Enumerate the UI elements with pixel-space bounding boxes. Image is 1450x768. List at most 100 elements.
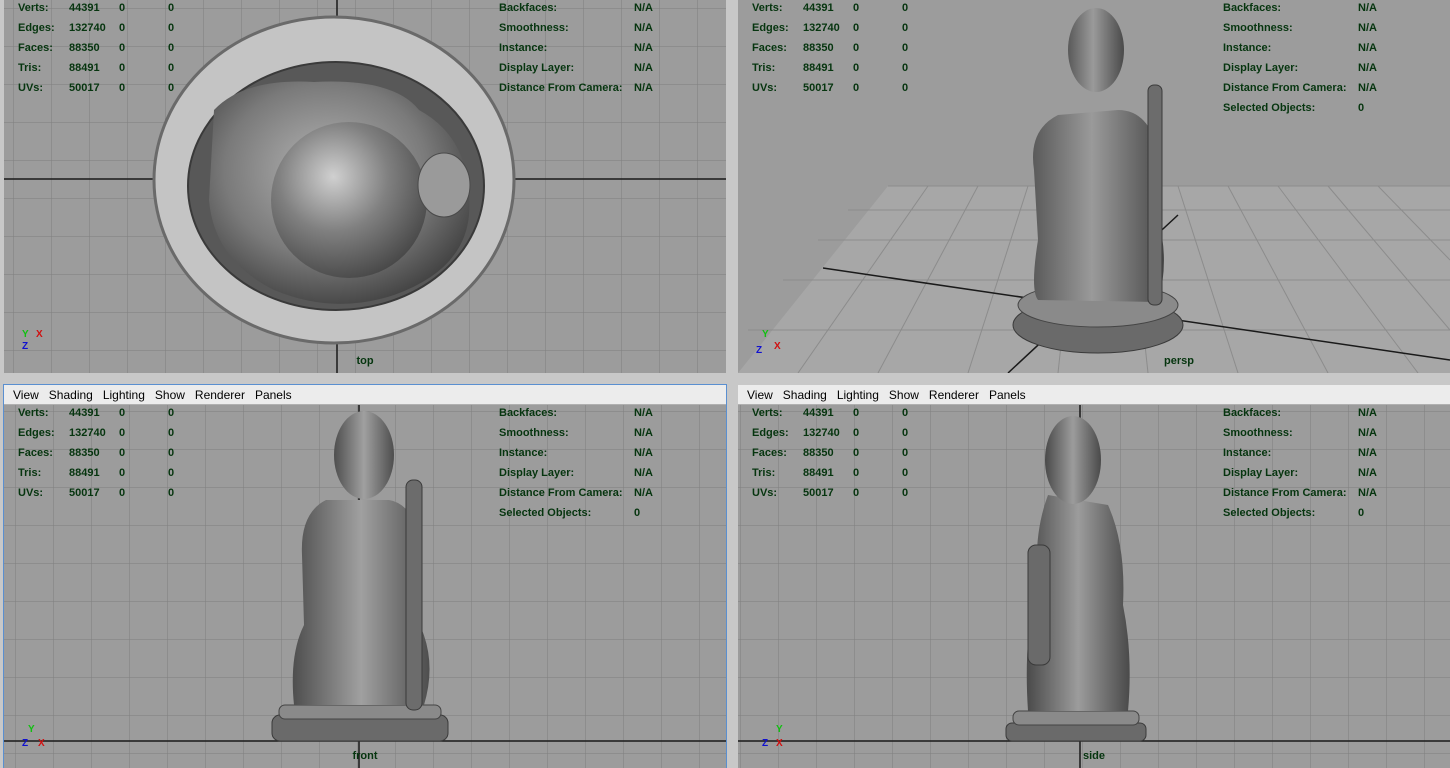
- menu-shading[interactable]: Shading: [44, 385, 98, 405]
- hud-info-label: Selected Objects:: [499, 507, 592, 519]
- hud-stat-value: 0: [853, 407, 860, 419]
- hud-stat-value: 0: [119, 2, 126, 14]
- persp-scene: [738, 0, 1450, 373]
- model-side-base: [1005, 722, 1147, 742]
- viewport-panel-top[interactable]: Verts: 44391 0 0 Edges: 132740 0 0 Faces: 88350 0 0…: [4, 0, 726, 373]
- viewport-panel-side[interactable]: View Shading Lighting Show Renderer Pane…: [738, 385, 1450, 768]
- hud-stat-label: UVs:: [752, 82, 778, 94]
- menu-lighting[interactable]: Lighting: [98, 385, 150, 405]
- hud-stat-value: 88350: [803, 42, 834, 54]
- hud-stat-label: Tris:: [18, 62, 42, 74]
- menu-lighting[interactable]: Lighting: [832, 385, 884, 405]
- hud-stat-value: 0: [902, 2, 909, 14]
- hud-info-label: Distance From Camera:: [1223, 82, 1347, 94]
- axis-x-label: X: [776, 738, 783, 749]
- hud-stat-value: 50017: [803, 82, 834, 94]
- hud-stat-value: 0: [902, 427, 909, 439]
- hud-stat-value: 0: [119, 407, 126, 419]
- menu-show[interactable]: Show: [884, 385, 924, 405]
- hud-info-value: N/A: [634, 22, 653, 34]
- hud-info-value: 0: [634, 507, 641, 519]
- menu-show[interactable]: Show: [150, 385, 190, 405]
- hud-info-label: Display Layer:: [499, 467, 575, 479]
- menu-view[interactable]: View: [742, 385, 778, 405]
- hud-stat-label: Verts:: [752, 2, 783, 14]
- hud-stat-value: 0: [853, 22, 860, 34]
- hud-stat-label: Edges:: [752, 22, 789, 34]
- hud-info-value: N/A: [634, 82, 653, 94]
- side-scene: [738, 405, 1450, 768]
- viewport-persp[interactable]: Verts: 44391 0 0 Edges: 132740 0 0 Faces: 88350 0 0…: [738, 0, 1450, 373]
- hud-stat-label: Verts:: [752, 407, 783, 419]
- model-front-head: [334, 411, 394, 499]
- menu-view[interactable]: View: [8, 385, 44, 405]
- menu-renderer[interactable]: Renderer: [190, 385, 250, 405]
- hud-stat-label: Edges:: [18, 22, 55, 34]
- hud-info-value: N/A: [634, 487, 653, 499]
- hud-stat-value: 0: [119, 467, 126, 479]
- hud-info-value: N/A: [634, 407, 653, 419]
- hud-stat-value: 132740: [803, 22, 840, 34]
- hud-stat-value: 0: [119, 427, 126, 439]
- hud-info-label: Distance From Camera:: [499, 487, 623, 499]
- panel-menu-bar: View Shading Lighting Show Renderer Pane…: [4, 385, 726, 405]
- hud-stat-value: 0: [119, 487, 126, 499]
- menu-shading[interactable]: Shading: [778, 385, 832, 405]
- hud-stat-value: 0: [168, 62, 175, 74]
- hud-info-label: Instance:: [1223, 42, 1272, 54]
- hud-stat-value: 0: [168, 407, 175, 419]
- viewport-front[interactable]: Verts: 44391 0 0 Edges: 132740 0 0 Faces: 88350 0 0…: [4, 405, 726, 768]
- hud-info-value: 0: [1358, 507, 1365, 519]
- hud-stat-value: 88491: [69, 62, 100, 74]
- panel-menu-bar: View Shading Lighting Show Renderer Pane…: [738, 385, 1450, 405]
- viewport-top[interactable]: Verts: 44391 0 0 Edges: 132740 0 0 Faces: 88350 0 0…: [4, 0, 726, 373]
- hud-info-label: Instance:: [1223, 447, 1272, 459]
- camera-name: front: [352, 750, 378, 762]
- hud-info-value: N/A: [1358, 2, 1377, 14]
- hud-info-label: Smoothness:: [499, 22, 569, 34]
- viewport-panel-front[interactable]: View Shading Lighting Show Renderer Pane…: [3, 384, 727, 768]
- hud-stat-value: 0: [902, 467, 909, 479]
- hud-info-label: Backfaces:: [1223, 407, 1282, 419]
- hud-stat-value: 50017: [69, 487, 100, 499]
- hud-stat-label: Verts:: [18, 2, 49, 14]
- camera-name: top: [356, 355, 374, 367]
- hud-stat-label: Tris:: [18, 467, 42, 479]
- hud-stat-label: Tris:: [752, 62, 776, 74]
- viewport-side[interactable]: Verts: 44391 0 0 Edges: 132740 0 0 Faces: 88350 0 0…: [738, 405, 1450, 768]
- hud-stat-value: 0: [853, 427, 860, 439]
- hud-stat-value: 0: [902, 407, 909, 419]
- hud-stat-value: 44391: [69, 407, 100, 419]
- hud-info-value: N/A: [634, 42, 653, 54]
- hud-stat-value: 0: [168, 22, 175, 34]
- hud-info-label: Instance:: [499, 447, 548, 459]
- hud-stat-value: 88491: [803, 467, 834, 479]
- hud-stat-value: 0: [168, 467, 175, 479]
- menu-panels[interactable]: Panels: [250, 385, 297, 405]
- hud-info-value: N/A: [1358, 427, 1377, 439]
- axis-z-label: Z: [22, 738, 29, 749]
- hud-stat-value: 88350: [69, 447, 100, 459]
- hud-info-value: N/A: [1358, 42, 1377, 54]
- hud-stat-value: 88350: [69, 42, 100, 54]
- hud-stat-value: 0: [853, 62, 860, 74]
- hud-stat-value: 88491: [803, 62, 834, 74]
- axis-x-label: X: [774, 341, 781, 352]
- hud-stat-value: 88491: [69, 467, 100, 479]
- menu-renderer[interactable]: Renderer: [924, 385, 984, 405]
- hud-stat-label: Faces:: [752, 42, 787, 54]
- hud-stat-value: 0: [119, 82, 126, 94]
- hud-stat-value: 44391: [69, 2, 100, 14]
- hud-info-label: Distance From Camera:: [499, 82, 623, 94]
- hud-info-label: Backfaces:: [499, 407, 558, 419]
- hud-stat-value: 0: [168, 487, 175, 499]
- viewport-panel-persp[interactable]: Verts: 44391 0 0 Edges: 132740 0 0 Faces: 88350 0 0…: [738, 0, 1450, 373]
- axis-y-label: Y: [762, 329, 769, 340]
- model-side-head: [1045, 416, 1101, 504]
- hud-info-value: N/A: [634, 427, 653, 439]
- hud-stat-value: 0: [902, 62, 909, 74]
- hud-stat-value: 50017: [803, 487, 834, 499]
- hud-info-value: N/A: [634, 62, 653, 74]
- menu-panels[interactable]: Panels: [984, 385, 1031, 405]
- hud-info-value: N/A: [1358, 487, 1377, 499]
